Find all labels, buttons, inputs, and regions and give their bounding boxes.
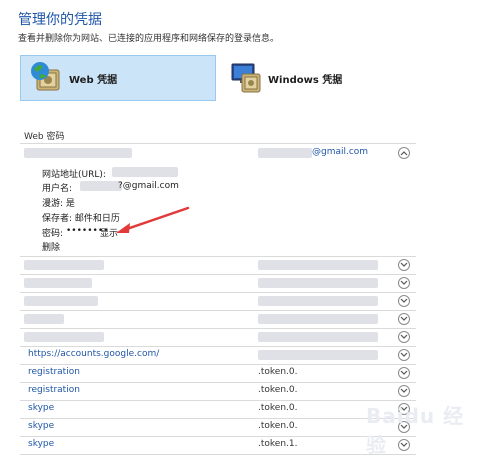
page-title: 管理你的凭据 xyxy=(18,12,102,28)
expand-chevron-icon[interactable] xyxy=(398,367,410,379)
redacted-account xyxy=(258,314,378,324)
credential-site: https://accounts.google.com/ xyxy=(28,349,160,359)
row-divider xyxy=(20,256,416,257)
credential-account: .token.0. xyxy=(258,367,298,377)
row-divider xyxy=(20,436,416,437)
credential-account: .token.0. xyxy=(258,403,298,413)
row-divider xyxy=(20,310,416,311)
expand-chevron-icon[interactable] xyxy=(398,259,410,271)
redacted-site xyxy=(24,278,92,288)
username-value: ?@gmail.com xyxy=(118,181,179,191)
row-divider xyxy=(20,292,416,293)
baidu-watermark: Baidu 经验 xyxy=(366,404,465,457)
redacted-site xyxy=(24,332,104,342)
url-label: 网站地址(URL): xyxy=(42,170,106,180)
redacted-site xyxy=(24,314,64,324)
redacted-account xyxy=(258,148,312,158)
password-label: 密码: xyxy=(42,229,64,239)
redacted-account xyxy=(258,296,378,306)
row-divider xyxy=(20,346,416,347)
redacted-account xyxy=(258,278,378,288)
credential-site: registration xyxy=(28,367,80,377)
expanded-account-text: @gmail.com xyxy=(312,147,369,157)
redacted-url xyxy=(112,167,178,177)
credential-account: .token.0. xyxy=(258,385,298,395)
redacted-site xyxy=(24,296,98,306)
credential-site: skype xyxy=(28,421,55,431)
expand-chevron-icon[interactable] xyxy=(398,385,410,397)
redacted-account xyxy=(258,350,378,360)
roaming-info: 漫游: 是 xyxy=(42,199,75,209)
row-divider xyxy=(20,400,416,401)
tab-windows-credentials[interactable]: Windows 凭据 xyxy=(220,55,416,101)
tab-web-credentials-label: Web 凭据 xyxy=(69,74,118,86)
credential-account: .token.1. xyxy=(258,439,298,449)
row-divider xyxy=(20,274,416,275)
saved-by-info: 保存者: 邮件和日历 xyxy=(42,214,120,224)
expand-chevron-icon[interactable] xyxy=(398,313,410,325)
redacted-account xyxy=(258,260,378,270)
credential-site: skype xyxy=(28,403,55,413)
expand-chevron-icon[interactable] xyxy=(398,349,410,361)
page-subtitle: 查看并删除你为网站、已连接的应用程序和网络保存的登录信息。 xyxy=(18,34,280,44)
row-divider xyxy=(20,328,416,329)
section-title-web-passwords: Web 密码 xyxy=(24,132,65,142)
web-credentials-globe-safe-icon xyxy=(29,60,63,97)
row-divider xyxy=(20,364,416,365)
redacted-account xyxy=(258,332,378,342)
windows-credentials-monitor-safe-icon xyxy=(228,60,262,97)
expand-chevron-icon[interactable] xyxy=(398,295,410,307)
expand-chevron-icon[interactable] xyxy=(398,277,410,289)
row-divider xyxy=(20,454,416,455)
credential-account: .token.0. xyxy=(258,421,298,431)
collapse-chevron-icon[interactable] xyxy=(398,147,410,159)
credential-site: skype xyxy=(28,439,55,449)
row-divider xyxy=(20,418,416,419)
tab-web-credentials[interactable]: Web 凭据 xyxy=(20,55,216,101)
expand-chevron-icon[interactable] xyxy=(398,331,410,343)
username-label: 用户名: xyxy=(42,184,73,194)
redacted-site xyxy=(24,148,132,158)
redacted-site xyxy=(24,260,104,270)
divider xyxy=(20,143,416,144)
redacted-username xyxy=(80,181,122,191)
credential-site: registration xyxy=(28,385,80,395)
tab-windows-credentials-label: Windows 凭据 xyxy=(268,74,343,86)
row-divider xyxy=(20,382,416,383)
delete-credential-link[interactable]: 删除 xyxy=(42,240,60,253)
annotation-arrow-icon xyxy=(116,206,190,233)
